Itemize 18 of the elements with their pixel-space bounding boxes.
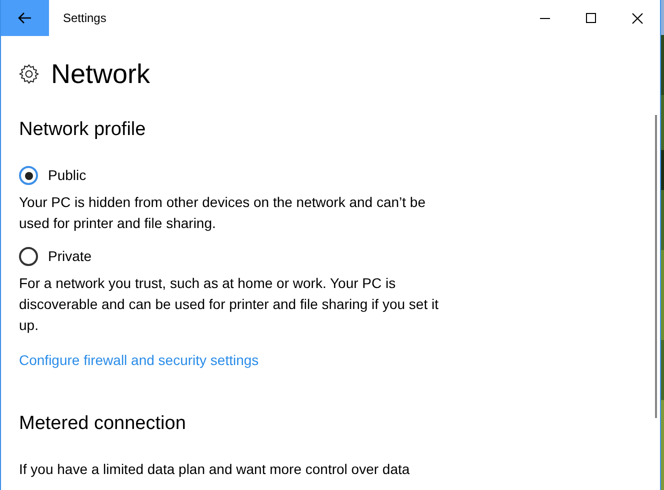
radio-label: Private bbox=[48, 247, 92, 266]
section-heading: Metered connection bbox=[19, 412, 187, 436]
firewall-settings-link[interactable]: Configure firewall and security settings bbox=[19, 350, 259, 371]
radio-label: Public bbox=[48, 166, 86, 185]
option-description: Your PC is hidden from other devices on the network and can’t be used for printer and file sharing. bbox=[19, 193, 426, 233]
page-title: Network bbox=[51, 58, 150, 91]
settings-icon bbox=[19, 64, 39, 84]
section-heading: Network profile bbox=[19, 118, 147, 142]
maximize-icon bbox=[586, 13, 596, 23]
close-icon bbox=[632, 12, 642, 24]
radio-button[interactable] bbox=[19, 247, 38, 266]
section-description: If you have a limited data plan and want more control over data bbox=[19, 460, 411, 479]
back-arrow-icon bbox=[18, 12, 32, 24]
option-description: For a network you trust, such as at home or work. Your PC is discoverable and can be used for printer and file sharing if you set it up. bbox=[19, 274, 440, 335]
scrollbar[interactable] bbox=[655, 115, 657, 418]
back-button[interactable] bbox=[1, 0, 49, 36]
window-title: Settings bbox=[63, 10, 106, 27]
radio-button[interactable] bbox=[19, 166, 38, 185]
